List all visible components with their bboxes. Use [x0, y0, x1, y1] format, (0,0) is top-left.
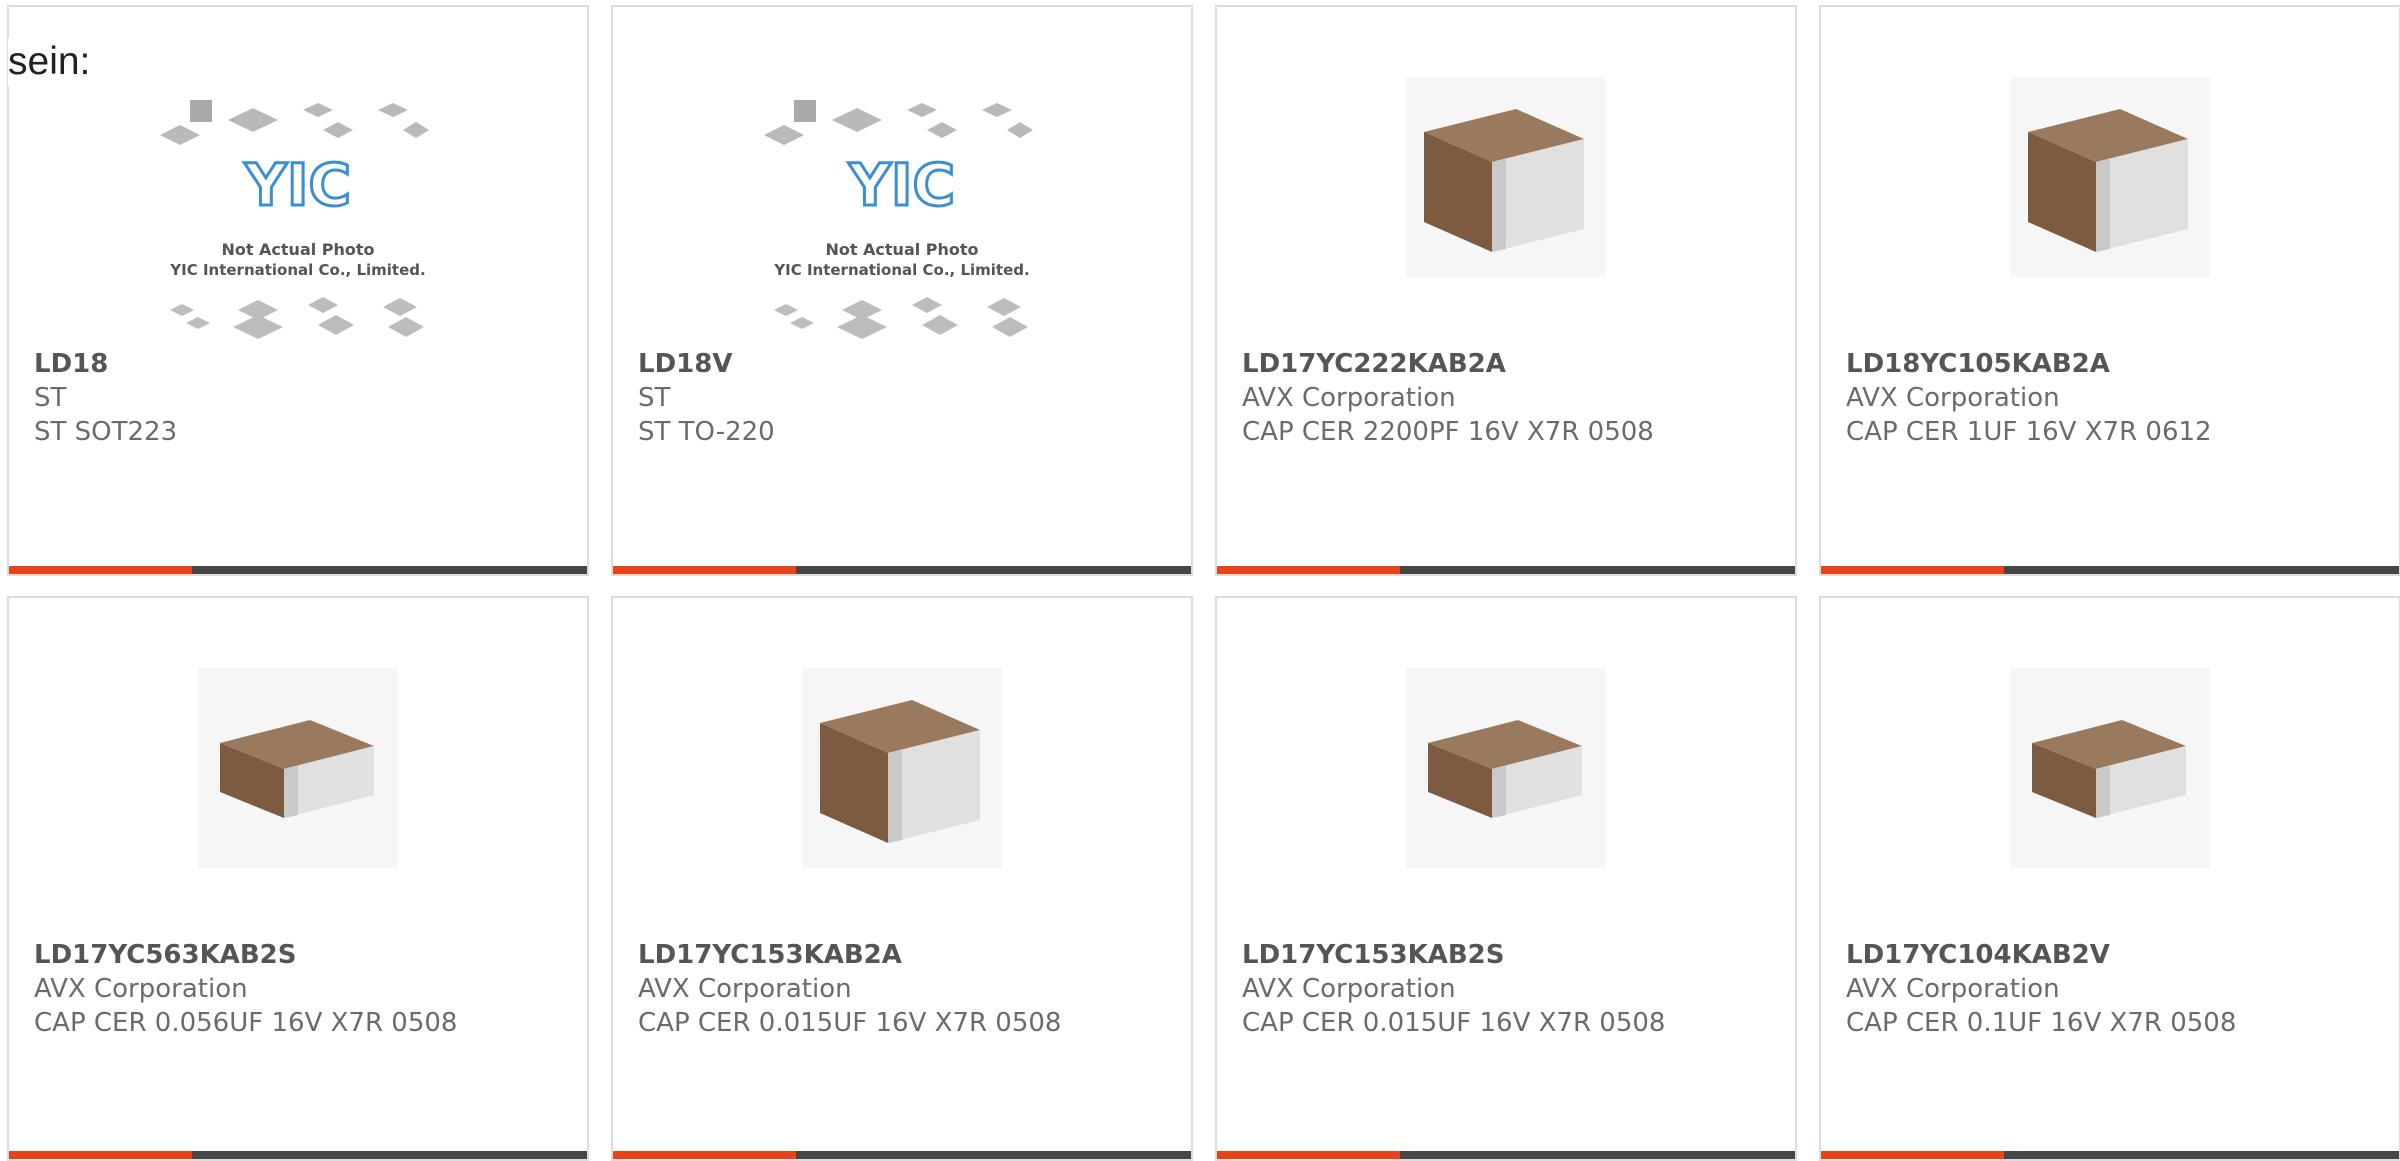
capacitor-icon	[198, 668, 398, 868]
manufacturer: AVX Corporation	[1242, 383, 1456, 413]
card-footer-bar	[613, 1151, 1191, 1159]
card-footer-bar	[9, 566, 587, 574]
description: CAP CER 0.015UF 16V X7R 0508	[638, 1008, 1062, 1038]
manufacturer: ST	[638, 383, 671, 413]
part-number[interactable]: LD17YC153KAB2A	[638, 938, 1181, 972]
product-image-placeholder: YIC Not Actual Photo YIC International C…	[158, 95, 438, 345]
card-footer-bar	[1217, 566, 1795, 574]
svg-text:Not Actual Photo: Not Actual Photo	[221, 240, 374, 259]
product-card[interactable]: LD18YC105KAB2A AVX Corporation CAP CER 1…	[1819, 5, 2400, 576]
svg-text:YIC: YIC	[848, 151, 955, 219]
manufacturer: AVX Corporation	[638, 974, 852, 1004]
card-accent	[9, 1151, 192, 1159]
card-footer-bar	[9, 1151, 587, 1159]
part-number[interactable]: LD17YC104KAB2V	[1846, 938, 2389, 972]
card-accent	[1217, 1151, 1400, 1159]
capacitor-icon	[2010, 668, 2210, 868]
card-accent	[1217, 566, 1400, 574]
product-image	[198, 668, 398, 868]
product-grid: YIC Not Actual Photo YIC International C…	[0, 0, 2400, 1161]
card-accent	[1821, 566, 2004, 574]
product-image	[802, 668, 1002, 868]
card-accent	[9, 566, 192, 574]
manufacturer: AVX Corporation	[1242, 974, 1456, 1004]
card-footer-bar	[1821, 1151, 2399, 1159]
product-image	[2010, 77, 2210, 277]
part-number[interactable]: LD18	[34, 347, 577, 381]
product-card[interactable]: YIC Not Actual Photo YIC International C…	[611, 5, 1193, 576]
manufacturer: AVX Corporation	[1846, 974, 2060, 1004]
part-number[interactable]: LD17YC222KAB2A	[1242, 347, 1785, 381]
manufacturer: AVX Corporation	[1846, 383, 2060, 413]
product-card[interactable]: LD17YC153KAB2S AVX Corporation CAP CER 0…	[1215, 596, 1797, 1161]
card-accent	[1821, 1151, 2004, 1159]
not-actual-photo-icon: YIC Not Actual Photo YIC International C…	[764, 100, 1033, 339]
not-actual-photo-icon: YIC Not Actual Photo YIC International C…	[160, 100, 429, 339]
intro-text: sein:	[8, 38, 95, 86]
card-accent	[613, 566, 796, 574]
product-card[interactable]: YIC Not Actual Photo YIC International C…	[7, 5, 589, 576]
manufacturer: AVX Corporation	[34, 974, 248, 1004]
part-number[interactable]: LD17YC153KAB2S	[1242, 938, 1785, 972]
part-number[interactable]: LD18V	[638, 347, 1181, 381]
part-number[interactable]: LD18YC105KAB2A	[1846, 347, 2389, 381]
description: CAP CER 2200PF 16V X7R 0508	[1242, 417, 1654, 447]
description: CAP CER 0.1UF 16V X7R 0508	[1846, 1008, 2237, 1038]
card-footer-bar	[1821, 566, 2399, 574]
card-footer-bar	[613, 566, 1191, 574]
svg-text:Not Actual Photo: Not Actual Photo	[825, 240, 978, 259]
product-image	[1406, 668, 1606, 868]
capacitor-icon	[802, 668, 1002, 868]
part-number[interactable]: LD17YC563KAB2S	[34, 938, 577, 972]
svg-text:YIC International Co., Limited: YIC International Co., Limited.	[773, 261, 1029, 279]
capacitor-icon	[1406, 77, 1606, 277]
capacitor-icon	[2010, 77, 2210, 277]
product-card[interactable]: LD17YC104KAB2V AVX Corporation CAP CER 0…	[1819, 596, 2400, 1161]
product-image	[1406, 77, 1606, 277]
description: CAP CER 1UF 16V X7R 0612	[1846, 417, 2212, 447]
description: ST SOT223	[34, 417, 178, 447]
description: CAP CER 0.056UF 16V X7R 0508	[34, 1008, 458, 1038]
card-footer-bar	[1217, 1151, 1795, 1159]
product-image	[2010, 668, 2210, 868]
product-image-placeholder: YIC Not Actual Photo YIC International C…	[762, 95, 1042, 345]
product-card[interactable]: LD17YC153KAB2A AVX Corporation CAP CER 0…	[611, 596, 1193, 1161]
svg-text:YIC International Co., Limited: YIC International Co., Limited.	[169, 261, 425, 279]
product-card[interactable]: LD17YC563KAB2S AVX Corporation CAP CER 0…	[7, 596, 589, 1161]
svg-text:YIC: YIC	[244, 151, 351, 219]
product-card[interactable]: LD17YC222KAB2A AVX Corporation CAP CER 2…	[1215, 5, 1797, 576]
card-accent	[613, 1151, 796, 1159]
description: CAP CER 0.015UF 16V X7R 0508	[1242, 1008, 1666, 1038]
manufacturer: ST	[34, 383, 67, 413]
capacitor-icon	[1406, 668, 1606, 868]
description: ST TO-220	[638, 417, 775, 447]
